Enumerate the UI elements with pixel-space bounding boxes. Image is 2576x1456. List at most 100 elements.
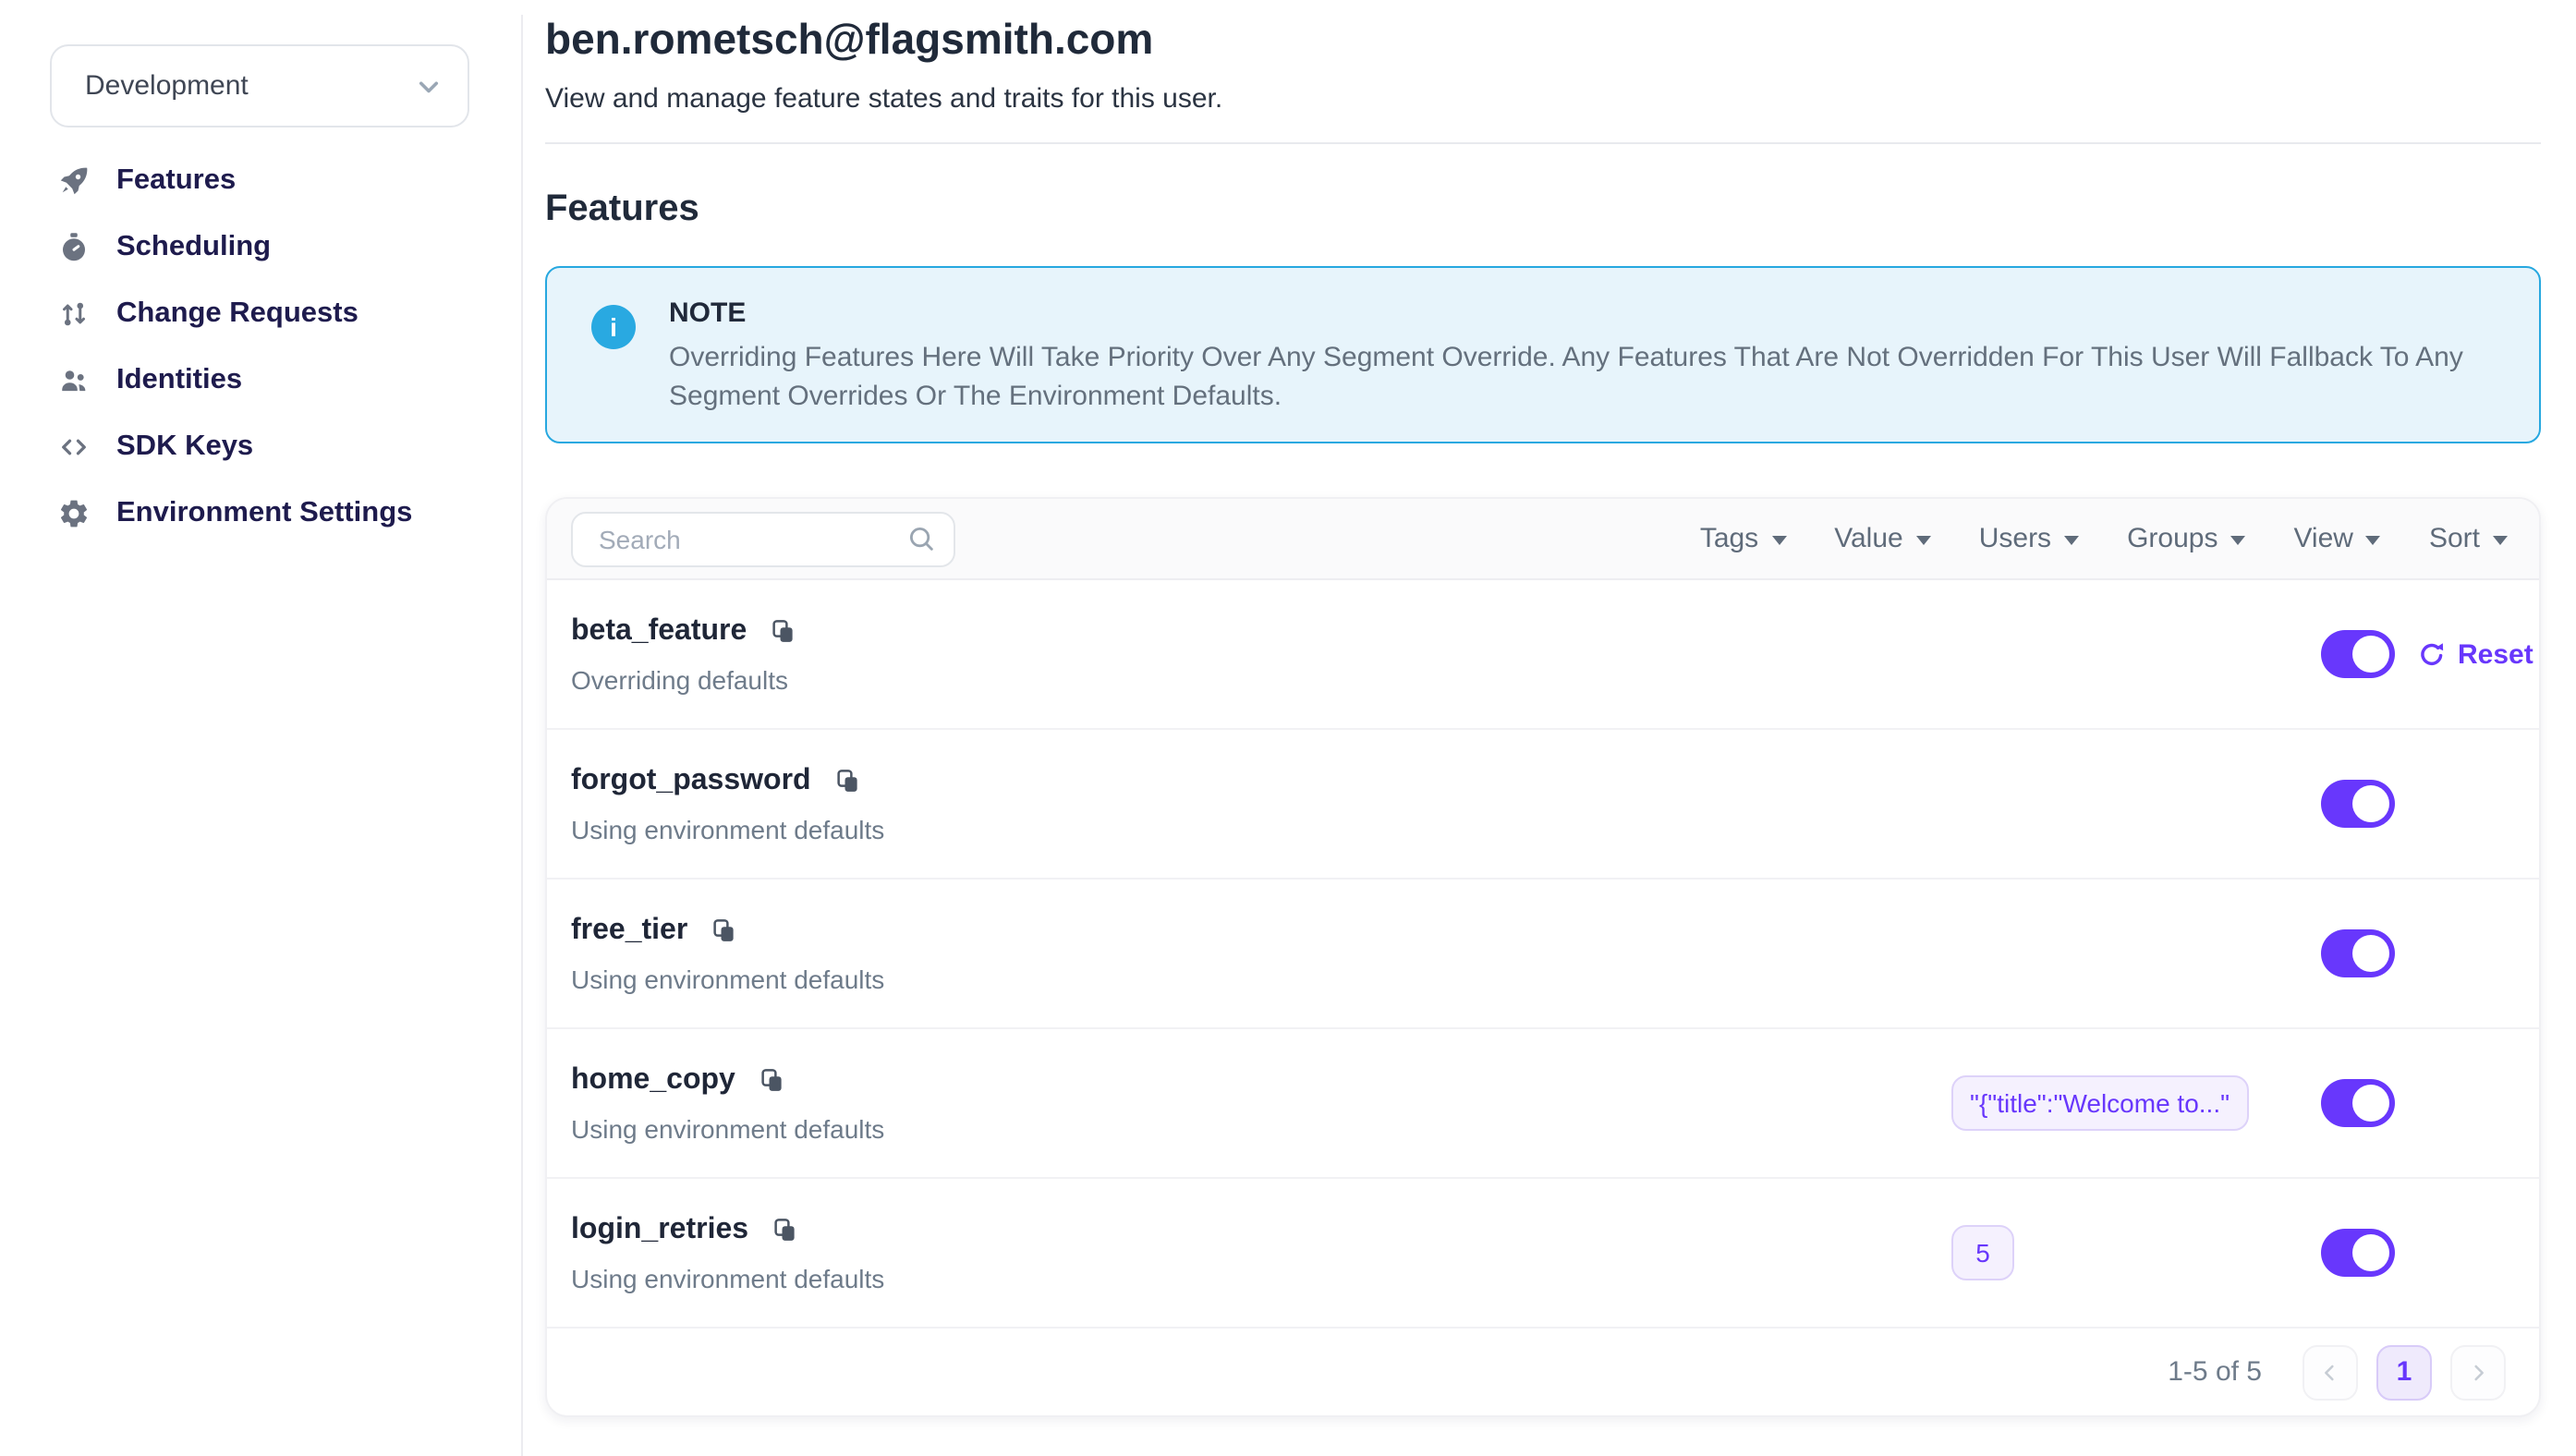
reset-label: Reset <box>2458 638 2533 670</box>
feature-name: home_copy <box>571 1063 735 1097</box>
sidebar-item-change-requests[interactable]: Change Requests <box>0 281 521 347</box>
filter-label: Value <box>1834 523 1903 554</box>
caret-down-icon <box>2366 536 2381 545</box>
filter-value[interactable]: Value <box>1834 523 1931 554</box>
table-row[interactable]: beta_feature Overriding defaults Reset <box>547 580 2539 730</box>
search-box <box>571 511 955 566</box>
note-content: NOTE Overriding Features Here Will Take … <box>669 294 2489 416</box>
feature-status: Using environment defaults <box>571 1113 1951 1143</box>
sidebar-item-label: SDK Keys <box>116 431 253 464</box>
code-icon <box>57 431 91 464</box>
pagination-summary: 1-5 of 5 <box>2168 1356 2262 1388</box>
environment-selector[interactable]: Development <box>50 44 469 127</box>
feature-value-cell: 5 <box>1951 1225 2321 1280</box>
pagination-page-1-button[interactable]: 1 <box>2376 1344 2432 1400</box>
filter-users[interactable]: Users <box>1979 523 2079 554</box>
sidebar-item-features[interactable]: Features <box>0 148 521 214</box>
environment-selector-value: Development <box>85 70 249 102</box>
feature-info: home_copy Using environment defaults <box>571 1063 1951 1143</box>
sidebar-item-label: Scheduling <box>116 231 271 264</box>
table-toolbar: Tags Value Users Groups View Sort <box>547 499 2539 580</box>
header-divider <box>545 142 2541 144</box>
chevron-left-icon <box>2317 1359 2343 1385</box>
caret-down-icon <box>1916 536 1931 545</box>
filter-groups[interactable]: Groups <box>2127 523 2245 554</box>
copy-icon[interactable] <box>771 1216 798 1244</box>
page-title: ben.rometsch@flagsmith.com <box>545 15 2541 65</box>
feature-status: Overriding defaults <box>571 664 1951 694</box>
copy-icon[interactable] <box>710 916 737 944</box>
table-row[interactable]: forgot_password Using environment defaul… <box>547 730 2539 880</box>
feature-name: forgot_password <box>571 764 811 797</box>
pull-request-icon <box>57 297 91 331</box>
feature-value-chip[interactable]: "{"title":"Welcome to..." <box>1951 1075 2248 1131</box>
features-heading: Features <box>545 188 2541 231</box>
feature-toggle[interactable] <box>2321 630 2395 678</box>
filter-label: Tags <box>1700 523 1758 554</box>
feature-name: free_tier <box>571 914 687 947</box>
caret-down-icon <box>2493 536 2508 545</box>
caret-down-icon <box>1771 536 1786 545</box>
copy-icon[interactable] <box>769 617 796 645</box>
note-body: Overriding Features Here Will Take Prior… <box>669 338 2489 416</box>
reset-cell: Reset <box>2395 638 2539 670</box>
stopwatch-icon <box>57 231 91 264</box>
sidebar-item-label: Change Requests <box>116 297 358 331</box>
feature-info: free_tier Using environment defaults <box>571 914 1951 993</box>
filter-view[interactable]: View <box>2293 523 2381 554</box>
pagination: 1-5 of 5 1 <box>547 1329 2539 1415</box>
gear-icon <box>57 497 91 530</box>
feature-toggle[interactable] <box>2321 780 2395 828</box>
pagination-prev-button[interactable] <box>2303 1344 2358 1400</box>
refresh-icon <box>2417 639 2447 669</box>
info-icon: i <box>591 305 636 349</box>
sidebar-item-label: Environment Settings <box>116 497 412 530</box>
feature-status: Using environment defaults <box>571 964 1951 993</box>
sidebar-item-identities[interactable]: Identities <box>0 347 521 414</box>
filter-label: View <box>2293 523 2353 554</box>
feature-status: Using environment defaults <box>571 1263 1951 1292</box>
main-content: ben.rometsch@flagsmith.com View and mana… <box>523 15 2576 1417</box>
feature-status: Using environment defaults <box>571 814 1951 843</box>
filter-sort[interactable]: Sort <box>2429 523 2508 554</box>
rocket-icon <box>57 164 91 198</box>
table-row[interactable]: home_copy Using environment defaults "{"… <box>547 1029 2539 1179</box>
reset-button[interactable]: Reset <box>2417 638 2533 670</box>
feature-info: beta_feature Overriding defaults <box>571 614 1951 694</box>
caret-down-icon <box>2230 536 2245 545</box>
feature-value-chip[interactable]: 5 <box>1951 1225 2014 1280</box>
pagination-next-button[interactable] <box>2450 1344 2506 1400</box>
filter-tags[interactable]: Tags <box>1700 523 1786 554</box>
feature-toggle[interactable] <box>2321 1079 2395 1127</box>
note-banner: i NOTE Overriding Features Here Will Tak… <box>545 266 2541 443</box>
sidebar-item-environment-settings[interactable]: Environment Settings <box>0 480 521 547</box>
search-input[interactable] <box>595 522 905 555</box>
sidebar-item-sdk-keys[interactable]: SDK Keys <box>0 414 521 480</box>
chevron-down-icon <box>412 69 445 103</box>
feature-name: login_retries <box>571 1213 748 1246</box>
sidebar-item-label: Identities <box>116 364 242 397</box>
feature-value-cell: "{"title":"Welcome to..." <box>1951 1075 2321 1131</box>
feature-info: forgot_password Using environment defaul… <box>571 764 1951 843</box>
feature-info: login_retries Using environment defaults <box>571 1213 1951 1292</box>
users-icon <box>57 364 91 397</box>
feature-toggle[interactable] <box>2321 1229 2395 1277</box>
features-table: Tags Value Users Groups View Sort beta_f… <box>545 497 2541 1417</box>
sidebar-item-scheduling[interactable]: Scheduling <box>0 214 521 281</box>
copy-icon[interactable] <box>833 767 861 795</box>
sidebar-item-label: Features <box>116 164 236 198</box>
search-icon <box>905 523 937 554</box>
filter-label: Sort <box>2429 523 2480 554</box>
sidebar: Development Features Scheduling Change R… <box>0 15 523 1456</box>
table-row[interactable]: free_tier Using environment defaults <box>547 880 2539 1029</box>
filter-bar: Tags Value Users Groups View Sort <box>1700 523 2508 554</box>
feature-name: beta_feature <box>571 614 747 648</box>
feature-toggle[interactable] <box>2321 929 2395 977</box>
page-subtitle: View and manage feature states and trait… <box>545 83 2541 115</box>
caret-down-icon <box>2064 536 2079 545</box>
chevron-right-icon <box>2465 1359 2491 1385</box>
filter-label: Users <box>1979 523 2051 554</box>
note-title: NOTE <box>669 294 2489 333</box>
copy-icon[interactable] <box>758 1066 785 1094</box>
table-row[interactable]: login_retries Using environment defaults… <box>547 1179 2539 1329</box>
